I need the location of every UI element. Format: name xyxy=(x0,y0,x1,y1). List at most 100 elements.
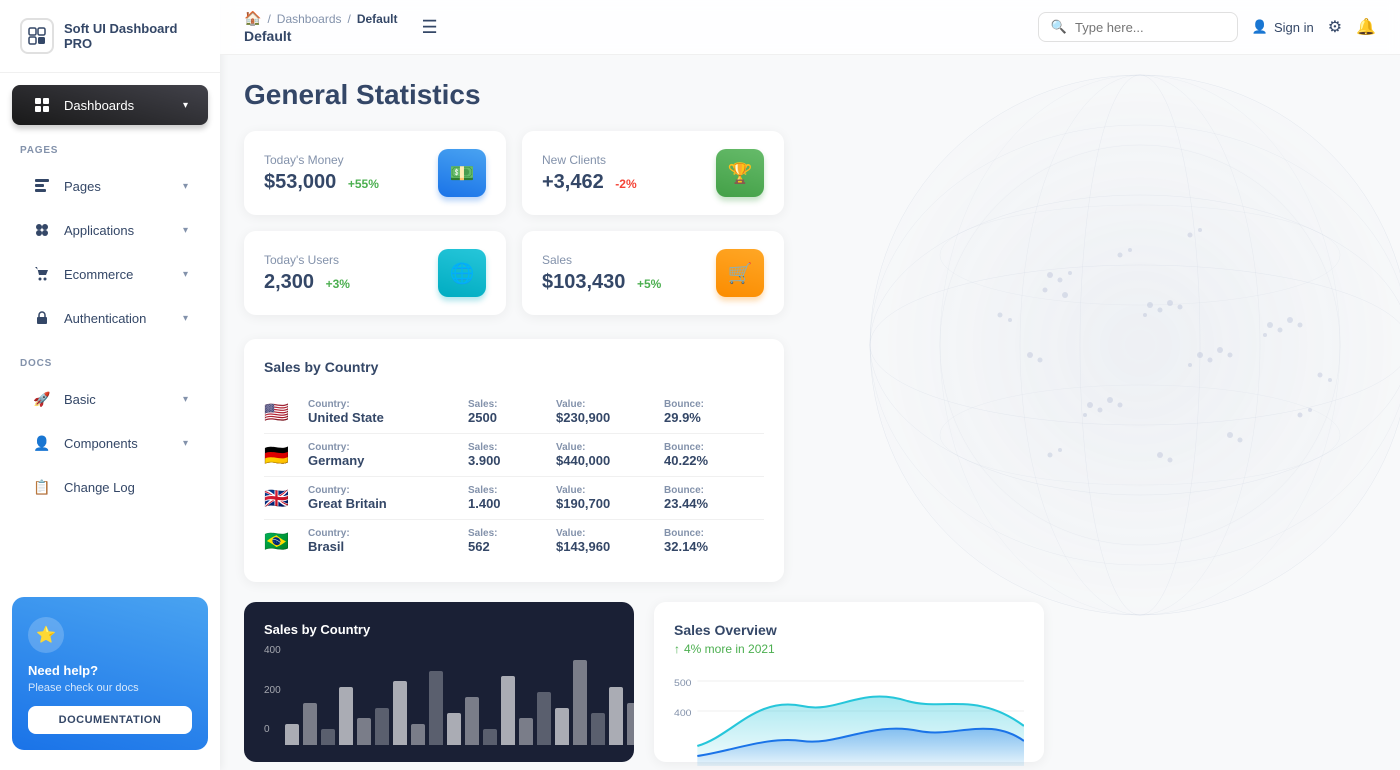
breadcrumb: 🏠 / Dashboards / Default xyxy=(244,10,398,27)
bar-item xyxy=(411,724,425,745)
sales-overview-title: Sales Overview xyxy=(674,622,1024,638)
value-header: Value: xyxy=(556,399,656,410)
stat-sales-label: Sales xyxy=(542,253,661,267)
bar-item xyxy=(537,692,551,745)
sidebar-item-applications-label: Applications xyxy=(64,223,171,238)
value-header-gb: Value: xyxy=(556,485,656,496)
bounce-header-de: Bounce: xyxy=(664,442,764,453)
y-label-0: 0 xyxy=(264,724,281,735)
bounce-header: Bounce: xyxy=(664,399,764,410)
bounce-gb: 23.44% xyxy=(664,496,764,511)
sales-gb: 1.400 xyxy=(468,496,548,511)
stat-cards-grid: Today's Money $53,000 +55% 💵 New Clients… xyxy=(244,131,784,315)
components-chevron-icon: ▾ xyxy=(183,438,188,449)
sales-header: Sales: xyxy=(468,399,548,410)
stat-money-icon: 💵 xyxy=(438,149,486,197)
sidebar-item-pages[interactable]: Pages ▾ xyxy=(12,166,208,206)
country-us: United State xyxy=(308,410,460,425)
header: 🏠 / Dashboards / Default Default ☰ 🔍 👤 S… xyxy=(220,0,1400,55)
stat-clients-label: New Clients xyxy=(542,153,637,167)
stat-clients-number: +3,462 xyxy=(542,171,604,193)
bar-item xyxy=(429,671,443,745)
stat-card-users: Today's Users 2,300 +3% 🌐 xyxy=(244,231,506,315)
sidebar-item-components-label: Components xyxy=(64,436,171,451)
sales-overview-chart: 500 400 xyxy=(674,666,1024,766)
breadcrumb-separator-1: / xyxy=(267,12,270,26)
bar-item xyxy=(627,703,634,746)
breadcrumb-block: 🏠 / Dashboards / Default Default xyxy=(244,10,398,44)
stat-users-change: +3% xyxy=(326,277,350,291)
stat-clients-icon: 🏆 xyxy=(716,149,764,197)
bounce-info-us: Bounce: 29.9% xyxy=(664,399,764,425)
sidebar-item-ecommerce[interactable]: Ecommerce ▾ xyxy=(12,254,208,294)
bounce-info-de: Bounce: 40.22% xyxy=(664,442,764,468)
sales-info-gb: Sales: 1.400 xyxy=(468,485,548,511)
sidebar-item-ecommerce-label: Ecommerce xyxy=(64,267,171,282)
menu-icon[interactable]: ☰ xyxy=(422,17,438,38)
bounce-de: 40.22% xyxy=(664,453,764,468)
authentication-chevron-icon: ▾ xyxy=(183,313,188,324)
help-subtitle: Please check our docs xyxy=(28,682,192,694)
sidebar-item-basic[interactable]: 🚀 Basic ▾ xyxy=(12,379,208,419)
value-us: $230,900 xyxy=(556,410,656,425)
components-icon: 👤 xyxy=(32,433,52,453)
logo-icon xyxy=(20,18,54,54)
table-row: 🇧🇷 Country: Brasil Sales: 562 Value: $14… xyxy=(264,520,764,562)
sidebar-item-applications[interactable]: Applications ▾ xyxy=(12,210,208,250)
search-box[interactable]: 🔍 xyxy=(1038,12,1238,42)
app-name: Soft UI Dashboard PRO xyxy=(64,21,200,51)
sidebar-logo: Soft UI Dashboard PRO xyxy=(0,0,220,73)
flag-us: 🇺🇸 xyxy=(264,400,300,425)
y-label-200: 200 xyxy=(264,685,281,696)
sidebar-item-basic-label: Basic xyxy=(64,392,171,407)
value-de: $440,000 xyxy=(556,453,656,468)
home-icon[interactable]: 🏠 xyxy=(244,10,261,27)
table-row: 🇺🇸 Country: United State Sales: 2500 Val… xyxy=(264,391,764,434)
stat-sales-info: Sales $103,430 +5% xyxy=(542,253,661,294)
stat-clients-change: -2% xyxy=(615,177,636,191)
main-content: 🏠 / Dashboards / Default Default ☰ 🔍 👤 S… xyxy=(220,0,1400,770)
stat-clients-value: +3,462 -2% xyxy=(542,171,637,194)
value-info-gb: Value: $190,700 xyxy=(556,485,656,511)
sales-overview-subtitle: ↑ 4% more in 2021 xyxy=(674,642,1024,656)
country-info-gb: Country: Great Britain xyxy=(308,485,460,511)
sidebar-item-components[interactable]: 👤 Components ▾ xyxy=(12,423,208,463)
sidebar-item-dashboards-label: Dashboards xyxy=(64,98,171,113)
sidebar-item-authentication-label: Authentication xyxy=(64,311,171,326)
applications-chevron-icon: ▾ xyxy=(183,225,188,236)
help-title: Need help? xyxy=(28,663,192,678)
value-header-br: Value: xyxy=(556,528,656,539)
value-info-de: Value: $440,000 xyxy=(556,442,656,468)
country-br: Brasil xyxy=(308,539,460,554)
bounce-info-br: Bounce: 32.14% xyxy=(664,528,764,554)
stat-card-sales: Sales $103,430 +5% 🛒 xyxy=(522,231,784,315)
stat-sales-value: $103,430 +5% xyxy=(542,271,661,294)
chevron-down-icon: ▾ xyxy=(183,100,188,111)
stat-users-info: Today's Users 2,300 +3% xyxy=(264,253,350,294)
sidebar: Soft UI Dashboard PRO Dashboards ▾ PAGES… xyxy=(0,0,220,770)
value-br: $143,960 xyxy=(556,539,656,554)
bar-item xyxy=(303,703,317,746)
sidebar-item-changelog[interactable]: 📋 Change Log xyxy=(12,467,208,507)
pages-chevron-icon: ▾ xyxy=(183,181,188,192)
bounce-header-br: Bounce: xyxy=(664,528,764,539)
ecommerce-icon xyxy=(32,264,52,284)
sign-in-label: Sign in xyxy=(1274,20,1314,35)
sidebar-item-authentication[interactable]: Authentication ▾ xyxy=(12,298,208,338)
svg-text:500: 500 xyxy=(674,679,692,689)
breadcrumb-dashboards-link[interactable]: Dashboards xyxy=(277,12,342,26)
table-row: 🇩🇪 Country: Germany Sales: 3.900 Value: … xyxy=(264,434,764,477)
bar-chart xyxy=(285,655,634,745)
stat-users-value: 2,300 +3% xyxy=(264,271,350,294)
search-input[interactable] xyxy=(1075,20,1225,35)
bar-item xyxy=(375,708,389,745)
bar-item xyxy=(519,718,533,745)
notification-icon[interactable]: 🔔 xyxy=(1356,17,1376,37)
documentation-button[interactable]: DOCUMENTATION xyxy=(28,706,192,734)
stat-users-icon: 🌐 xyxy=(438,249,486,297)
basic-chevron-icon: ▾ xyxy=(183,394,188,405)
sidebar-item-dashboards[interactable]: Dashboards ▾ xyxy=(12,85,208,125)
sign-in-button[interactable]: 👤 Sign in xyxy=(1252,19,1314,35)
settings-icon[interactable]: ⚙ xyxy=(1328,17,1342,37)
sales-overview-card: Sales Overview ↑ 4% more in 2021 500 400 xyxy=(654,602,1044,762)
